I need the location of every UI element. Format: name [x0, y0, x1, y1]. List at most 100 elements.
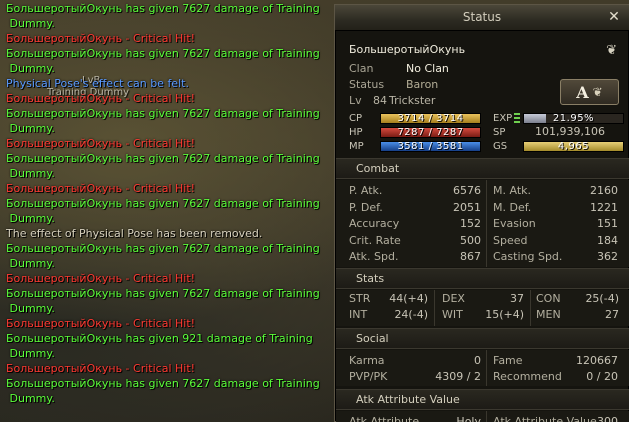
- rank-letter: A: [576, 82, 589, 102]
- stats-section-header: Stats: [336, 268, 629, 289]
- chat-line: БольшеротыйОкунь has given 7627 damage o…: [6, 107, 320, 135]
- stat-value: 152: [460, 217, 481, 230]
- combat-grid: P. Atk. 6576 M. Atk. 2160 P. Def. 2051 M. Def.…: [336, 180, 629, 267]
- character-name: БольшеротыйОкунь: [349, 43, 466, 56]
- level-label: Lv: [349, 94, 362, 107]
- chat-line: БольшеротыйОкунь has given 7627 damage o…: [6, 47, 320, 75]
- stat-value: 151: [597, 217, 618, 230]
- stat-name: MEN: [536, 308, 561, 321]
- rank-button[interactable]: A ❦: [560, 79, 619, 105]
- stat-value: 25(-4): [585, 292, 619, 305]
- close-icon[interactable]: ✕: [606, 8, 622, 26]
- hp-bar: 7287 / 7287: [380, 127, 481, 138]
- hp-value: 7287 / 7287: [397, 127, 464, 138]
- stat-value: 1221: [590, 200, 618, 214]
- chat-line: БольшеротыйОкунь has given 7627 damage o…: [6, 287, 320, 315]
- stat-value: 500: [460, 233, 481, 247]
- chat-line: Physical Pose's effect can be felt.: [6, 77, 189, 90]
- rank-emblem-icon: ❦: [592, 85, 603, 99]
- stat-value: 2160: [590, 184, 618, 197]
- stat-name: DEX: [442, 292, 465, 305]
- status-row: Status Baron: [349, 78, 438, 91]
- stat-value: 362: [597, 250, 618, 263]
- chat-line: БольшеротыйОкунь has given 921 damage of…: [6, 332, 313, 360]
- stat-value: 27: [605, 308, 619, 321]
- stat-name: WIT: [442, 308, 463, 321]
- combat-section-header: Combat: [336, 158, 629, 179]
- chat-log: БольшеротыйОкунь has given 7627 damage o…: [6, 1, 328, 406]
- exp-label: EXP: [493, 113, 513, 124]
- clan-value: No Clan: [406, 62, 449, 75]
- stat-name: Casting Spd.: [493, 250, 563, 263]
- chat-line: БольшеротыйОкунь has given 7627 damage o…: [6, 377, 320, 405]
- stat-name: Atk Attribute: [349, 415, 420, 422]
- stat-row: P. Def. 2051 M. Def. 1221: [336, 201, 629, 218]
- stat-name: CON: [536, 292, 561, 305]
- gs-value: 4,965: [557, 141, 590, 152]
- stat-name: Speed: [493, 233, 528, 247]
- stat-value: 2051: [453, 200, 481, 214]
- status-titlebar[interactable]: Status ✕: [335, 5, 629, 31]
- chat-line: БольшеротыйОкунь - Critical Hit!: [6, 32, 196, 45]
- clan-label: Clan: [349, 62, 374, 75]
- stat-value: 37: [510, 292, 524, 305]
- stat-value: 15(+4): [485, 308, 524, 321]
- sp-value: 101,939,106: [535, 125, 605, 138]
- level-row: Lv 84 Trickster: [349, 94, 435, 107]
- stat-value: 24(-4): [394, 308, 428, 321]
- stat-value: 120667: [576, 354, 618, 367]
- stat-row: Atk Attribute Holy Atk Attribute Value 300: [336, 415, 629, 422]
- stat-name: P. Atk.: [349, 184, 383, 197]
- stat-value: 0: [474, 354, 481, 367]
- stat-row: Karma 0 Fame 120667: [336, 354, 629, 371]
- exp-value: 21.95%: [552, 113, 595, 124]
- stat-name: Atk. Spd.: [349, 250, 399, 263]
- mp-label: MP: [349, 141, 364, 152]
- social-grid: Karma 0 Fame 120667 PVP/PK 4309 / 2 Recommend 0…: [336, 350, 629, 386]
- stat-value: 0 / 20: [586, 370, 618, 383]
- stat-name: Crit. Rate: [349, 233, 401, 247]
- chat-line: БольшеротыйОкунь has given 7627 damage o…: [6, 197, 320, 225]
- status-label: Status: [349, 78, 385, 91]
- status-window: Status ✕ БольшеротыйОкунь ❦ Clan No Clan…: [334, 4, 629, 422]
- stats-grid: STR 44(+4) DEX 37 CON 25(-4) INT 24(-4) WIT 15(+4…: [336, 290, 629, 326]
- stat-name: Karma: [349, 354, 385, 367]
- stat-name: INT: [349, 308, 368, 321]
- cp-bar: 3714 / 3714: [380, 113, 481, 124]
- level-value: 84: [373, 94, 387, 107]
- gs-label: GS: [493, 141, 508, 152]
- attribute-grid: Atk Attribute Holy Atk Attribute Value 300: [336, 411, 629, 422]
- stat-row: STR 44(+4) DEX 37 CON 25(-4): [336, 292, 629, 309]
- clan-row: Clan No Clan: [349, 62, 449, 75]
- status-value: Baron: [406, 78, 439, 91]
- stat-name: PVP/PK: [349, 370, 388, 383]
- social-section-header: Social: [336, 328, 629, 349]
- stat-value: 44(+4): [389, 292, 428, 305]
- cp-label: CP: [349, 113, 363, 124]
- stat-value: 6576: [453, 184, 481, 197]
- exp-gauge-icon: [514, 113, 520, 123]
- chat-line: БольшеротыйОкунь has given 7627 damage o…: [6, 242, 320, 270]
- stat-name: Recommend: [493, 370, 562, 383]
- chat-line: БольшеротыйОкунь - Critical Hit!: [6, 92, 196, 105]
- chat-line: БольшеротыйОкунь has given 7627 damage o…: [6, 152, 320, 180]
- mp-value: 3581 / 3581: [397, 141, 464, 152]
- window-title: Status: [462, 10, 502, 24]
- hp-label: HP: [349, 127, 363, 138]
- stat-value: Holy: [456, 415, 481, 422]
- sp-label: SP: [493, 127, 506, 138]
- stat-name: Fame: [493, 354, 523, 367]
- chat-line: БольшеротыйОкунь has given 7627 damage o…: [6, 2, 320, 30]
- stat-value: 184: [597, 233, 618, 247]
- chat-line: БольшеротыйОкунь - Critical Hit!: [6, 272, 196, 285]
- chat-line: The effect of Physical Pose has been rem…: [6, 227, 263, 240]
- stat-name: Evasion: [493, 217, 536, 230]
- stat-value: 867: [460, 250, 481, 263]
- chat-line: БольшеротыйОкунь - Critical Hit!: [6, 137, 196, 150]
- gs-bar: 4,965: [523, 141, 624, 152]
- mp-bar: 3581 / 3581: [380, 141, 481, 152]
- stat-row: INT 24(-4) WIT 15(+4) MEN 27: [336, 308, 629, 325]
- exp-bar: 21.95%: [523, 113, 624, 124]
- crest-icon: ❦: [606, 43, 617, 58]
- stat-value: 4309 / 2: [435, 370, 481, 383]
